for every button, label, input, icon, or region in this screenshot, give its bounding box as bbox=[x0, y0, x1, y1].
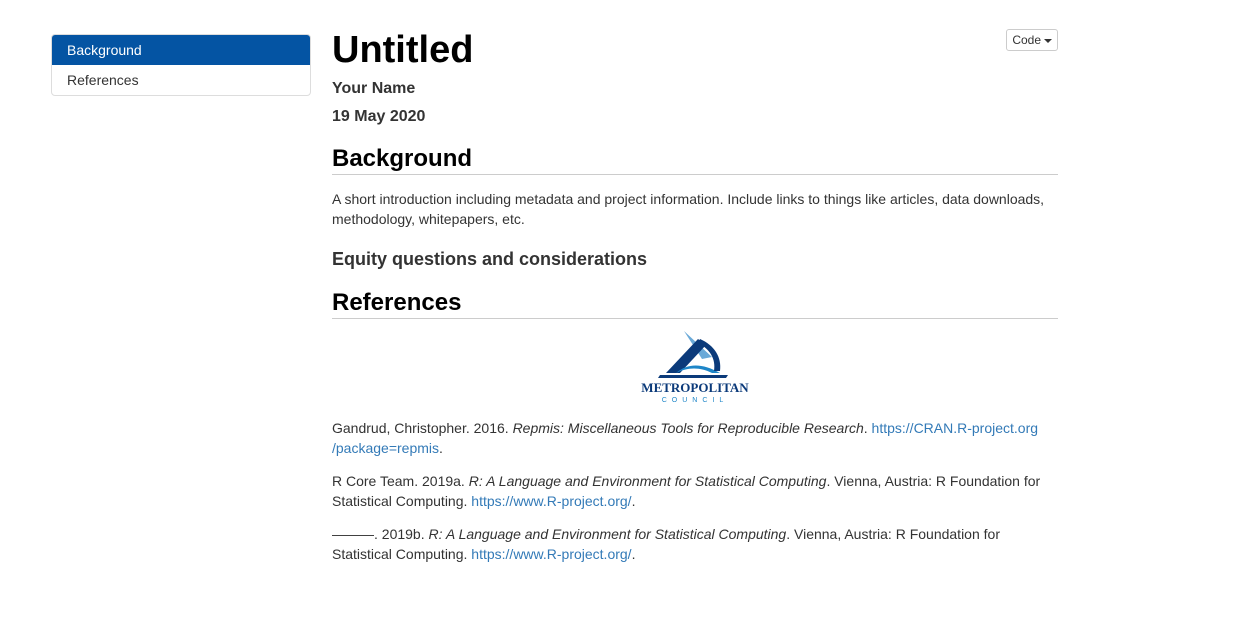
ref-prefix: R Core Team. 2019a. bbox=[332, 473, 469, 489]
logo-line1: METROPOLITAN bbox=[641, 380, 749, 395]
reference-entry: R Core Team. 2019a. R: A Language and En… bbox=[332, 471, 1058, 511]
subheading-equity: Equity questions and considerations bbox=[332, 249, 648, 269]
ref-link[interactable]: https://www.R-project.org/ bbox=[471, 493, 631, 509]
ref-prefix: Gandrud, Christopher. 2016. bbox=[332, 420, 513, 436]
ref-prefix: ———. 2019b. bbox=[332, 526, 429, 542]
toc-item-background[interactable]: Background bbox=[52, 35, 310, 65]
ref-title: R: A Language and Environment for Statis… bbox=[468, 473, 827, 489]
background-paragraph: A short introduction including metadata … bbox=[332, 191, 1045, 227]
logo-line2: COUNCIL bbox=[662, 397, 729, 404]
reference-entry: Gandrud, Christopher. 2016. Repmis: Misc… bbox=[332, 418, 1058, 458]
table-of-contents: Background References bbox=[51, 34, 311, 96]
section-heading-references: References bbox=[332, 289, 1058, 319]
ref-suffix: . bbox=[631, 493, 636, 509]
author-name: Your Name bbox=[332, 80, 416, 97]
reference-entry: ———. 2019b. R: A Language and Environmen… bbox=[332, 524, 1058, 564]
code-button-label: Code bbox=[1012, 33, 1041, 47]
ref-title: Repmis: Miscellaneous Tools for Reproduc… bbox=[512, 420, 864, 436]
section-heading-background: Background bbox=[332, 145, 1058, 175]
ref-title: R: A Language and Environment for Statis… bbox=[428, 526, 787, 542]
main-content: Code Untitled Your Name 19 May 2020 Back… bbox=[332, 28, 1058, 564]
metropolitan-council-logo: METROPOLITAN COUNCIL bbox=[641, 331, 749, 404]
ref-middle: . bbox=[863, 420, 872, 436]
code-dropdown-button[interactable]: Code bbox=[1006, 29, 1058, 51]
page-title: Untitled bbox=[332, 29, 474, 71]
document-date: 19 May 2020 bbox=[332, 108, 426, 125]
ref-link[interactable]: https://www.R-project.org/ bbox=[471, 546, 631, 562]
ref-suffix: . bbox=[631, 546, 636, 562]
toc-item-references[interactable]: References bbox=[52, 65, 310, 95]
ref-suffix: . bbox=[439, 440, 443, 456]
caret-down-icon bbox=[1044, 38, 1052, 43]
